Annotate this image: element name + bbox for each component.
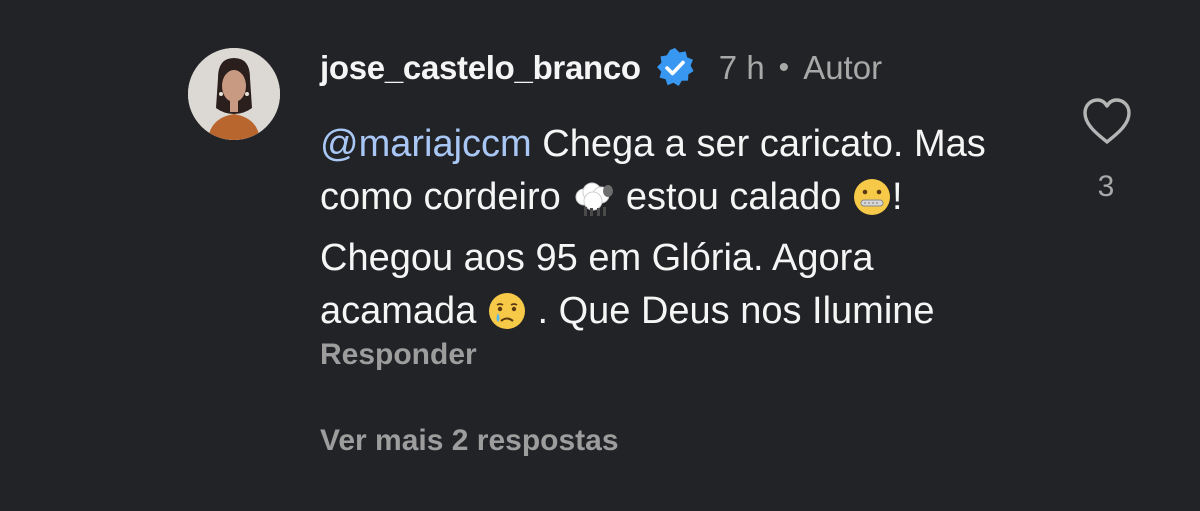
comment-item: jose_castelo_branco 7 h • Autor @mariajc… bbox=[0, 0, 1200, 511]
comment-text-part: estou calado bbox=[615, 176, 852, 218]
reply-button[interactable]: Responder bbox=[320, 338, 477, 372]
heart-outline-icon[interactable] bbox=[1079, 94, 1135, 148]
avatar[interactable] bbox=[188, 48, 280, 140]
verified-badge-icon bbox=[653, 46, 697, 90]
comment-text-part: . Que Deus nos Ilumine bbox=[526, 290, 935, 332]
comment-header: jose_castelo_branco 7 h • Autor bbox=[320, 44, 882, 92]
separator-dot: • bbox=[778, 51, 790, 84]
sheep-emoji bbox=[571, 177, 615, 232]
zipper-mouth-face-emoji bbox=[852, 177, 892, 232]
like-count: 3 bbox=[1097, 170, 1115, 203]
comment-text: @mariajccm Chega a ser caricato. Mas com… bbox=[320, 118, 1040, 346]
author-label: Autor bbox=[803, 49, 883, 86]
comment-timestamp: 7 h bbox=[718, 49, 765, 86]
username-link[interactable]: jose_castelo_branco bbox=[320, 49, 641, 87]
view-more-replies-button[interactable]: Ver mais 2 respostas bbox=[320, 424, 619, 458]
sad-tear-face-emoji bbox=[487, 291, 527, 346]
mention-link[interactable]: @mariajccm bbox=[320, 123, 532, 165]
